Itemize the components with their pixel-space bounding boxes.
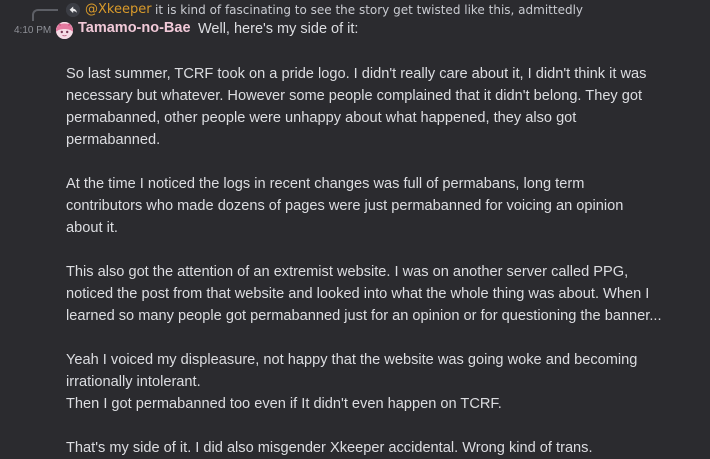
- message-line: Then I got permabanned too even if It di…: [66, 396, 502, 412]
- message-first-line: Well, here's my side of it:: [198, 21, 359, 37]
- anime-avatar-icon: [56, 22, 73, 39]
- message-line: At the time I noticed the logs in recent…: [66, 176, 585, 192]
- message-line: necessary but whatever. However some peo…: [66, 88, 643, 104]
- paragraph: At the time I noticed the logs in recent…: [66, 173, 706, 239]
- message-line: irrationally intolerant.: [66, 374, 201, 390]
- paragraph: That's my side of it. I did also misgend…: [66, 437, 706, 459]
- paragraph: Yeah I voiced my displeasure, not happy …: [66, 349, 706, 415]
- reply-author[interactable]: @Xkeeper: [85, 2, 152, 17]
- message-line: Yeah I voiced my displeasure, not happy …: [66, 352, 638, 368]
- reply-connector: [32, 9, 58, 21]
- chat-message: @Xkeeper it is kind of fascinating to se…: [0, 0, 710, 459]
- message-line: contributors who made dozens of pages we…: [66, 198, 624, 214]
- avatar[interactable]: [56, 22, 73, 39]
- message-line: That's my side of it. I did also misgend…: [66, 440, 593, 456]
- message-body: So last summer, TCRF took on a pride log…: [66, 63, 706, 459]
- reply-arrow-icon: [66, 3, 80, 17]
- username[interactable]: Tamamo-no-Bae: [78, 20, 191, 36]
- paragraph: So last summer, TCRF took on a pride log…: [66, 63, 706, 151]
- message-line: permabanned, other people were unhappy a…: [66, 110, 577, 126]
- message-timestamp[interactable]: 4:10 PM: [14, 25, 51, 36]
- message-line: noticed the post from that website and l…: [66, 286, 650, 302]
- message-line: learned so many people got permabanned j…: [66, 308, 662, 324]
- message-line: about it.: [66, 220, 118, 236]
- message-line: This also got the attention of an extrem…: [66, 264, 629, 280]
- reply-text[interactable]: it is kind of fascinating to see the sto…: [155, 3, 583, 17]
- paragraph: This also got the attention of an extrem…: [66, 261, 706, 327]
- message-line: So last summer, TCRF took on a pride log…: [66, 66, 647, 82]
- message-line: permabanned.: [66, 132, 161, 148]
